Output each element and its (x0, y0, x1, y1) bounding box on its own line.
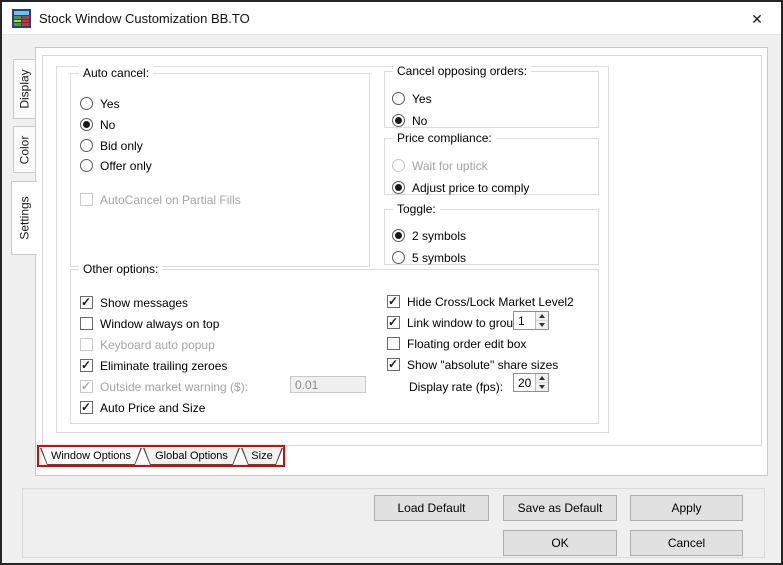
tab-settings[interactable]: Settings (11, 181, 37, 255)
checkbox-icon (80, 193, 93, 206)
spinner-down-icon[interactable] (536, 321, 548, 330)
cancel-button[interactable]: Cancel (630, 530, 743, 556)
radio-auto-cancel-yes[interactable]: Yes (80, 96, 120, 111)
spinner-up-icon[interactable] (536, 312, 548, 321)
radio-adjust-price-to-comply[interactable]: Adjust price to comply (392, 180, 529, 195)
radio-icon[interactable] (80, 159, 93, 172)
cancel-opposing-group-label: Cancel opposing orders: (393, 64, 531, 78)
checkbox-autocancel-partial-fills: AutoCancel on Partial Fills (80, 192, 241, 207)
checkbox-icon[interactable] (387, 316, 400, 329)
save-as-default-button[interactable]: Save as Default (503, 495, 617, 521)
checkbox-auto-price-and-size[interactable]: Auto Price and Size (80, 400, 205, 415)
display-rate-spinner[interactable]: 20 (513, 373, 549, 392)
tab-window-options[interactable]: Window Options (40, 448, 142, 465)
radio-icon[interactable] (80, 139, 93, 152)
tab-display[interactable]: Display (13, 59, 36, 119)
checkbox-icon[interactable] (80, 359, 93, 372)
outside-market-warning-field (290, 376, 366, 393)
auto-cancel-group-label: Auto cancel: (79, 66, 153, 80)
radio-icon (392, 159, 405, 172)
checkbox-hide-cross-lock-level2[interactable]: Hide Cross/Lock Market Level2 (387, 294, 574, 309)
checkbox-icon (80, 338, 93, 351)
radio-icon[interactable] (80, 97, 93, 110)
close-icon[interactable]: ✕ (741, 7, 773, 31)
radio-5-symbols[interactable]: 5 symbols (392, 250, 466, 265)
radio-icon[interactable] (80, 118, 93, 131)
checkbox-show-messages[interactable]: Show messages (80, 295, 188, 310)
other-options-group-label: Other options: (79, 262, 162, 276)
toggle-group-label: Toggle: (393, 202, 440, 216)
checkbox-outside-market-warning: Outside market warning ($): (80, 379, 248, 394)
checkbox-icon[interactable] (80, 317, 93, 330)
window-title: Stock Window Customization BB.TO (39, 2, 250, 35)
stock-window-customization-dialog: Stock Window Customization BB.TO ✕ Displ… (0, 0, 783, 565)
radio-cancel-opposing-yes[interactable]: Yes (392, 91, 432, 106)
spinner-buttons[interactable] (535, 374, 548, 391)
title-bar: Stock Window Customization BB.TO ✕ (2, 2, 781, 35)
checkbox-show-absolute-share-sizes[interactable]: Show "absolute" share sizes (387, 357, 558, 372)
load-default-button[interactable]: Load Default (374, 495, 489, 521)
checkbox-icon (80, 380, 93, 393)
checkbox-keyboard-auto-popup: Keyboard auto popup (80, 337, 215, 352)
checkbox-icon[interactable] (80, 296, 93, 309)
radio-icon[interactable] (392, 251, 405, 264)
radio-auto-cancel-offer-only[interactable]: Offer only (80, 158, 152, 173)
apply-button[interactable]: Apply (630, 495, 743, 521)
checkbox-icon[interactable] (387, 358, 400, 371)
tab-global-options[interactable]: Global Options (143, 448, 240, 465)
radio-icon[interactable] (392, 229, 405, 242)
radio-wait-for-uptick: Wait for uptick (392, 158, 488, 173)
radio-icon[interactable] (392, 114, 405, 127)
radio-2-symbols[interactable]: 2 symbols (392, 228, 466, 243)
ok-button[interactable]: OK (503, 530, 617, 556)
spinner-up-icon[interactable] (536, 374, 548, 383)
checkbox-floating-order-edit-box[interactable]: Floating order edit box (387, 336, 526, 351)
app-icon (12, 9, 31, 28)
checkbox-eliminate-trailing-zeroes[interactable]: Eliminate trailing zeroes (80, 358, 227, 373)
checkbox-window-always-on-top[interactable]: Window always on top (80, 316, 219, 331)
radio-icon[interactable] (392, 181, 405, 194)
checkbox-icon[interactable] (387, 295, 400, 308)
spinner-down-icon[interactable] (536, 383, 548, 392)
checkbox-icon[interactable] (387, 337, 400, 350)
link-group-spinner[interactable]: 1 (513, 311, 549, 330)
radio-icon[interactable] (392, 92, 405, 105)
tab-color[interactable]: Color (13, 126, 36, 173)
radio-auto-cancel-no[interactable]: No (80, 117, 115, 132)
radio-auto-cancel-bid-only[interactable]: Bid only (80, 138, 143, 153)
checkbox-icon[interactable] (80, 401, 93, 414)
checkbox-link-window-to-group[interactable]: Link window to group: (387, 315, 523, 330)
price-compliance-group-label: Price compliance: (393, 131, 496, 145)
radio-cancel-opposing-no[interactable]: No (392, 113, 427, 128)
display-rate-label: Display rate (fps): (409, 380, 503, 394)
tab-size[interactable]: Size (241, 448, 283, 465)
spinner-buttons[interactable] (535, 312, 548, 329)
